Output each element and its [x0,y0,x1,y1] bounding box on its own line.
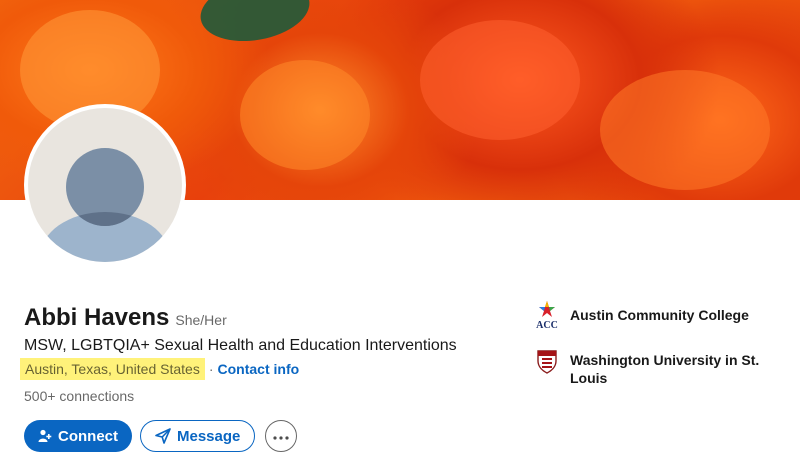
separator-dot: · [208,361,214,377]
connect-button[interactable]: Connect [24,420,132,452]
cover-segment [240,60,370,170]
education-item-washu[interactable]: Washington University in St. Louis [534,345,770,387]
contact-info-link[interactable]: Contact info [218,361,300,377]
location-row: Austin, Texas, United States · Contact i… [20,358,299,380]
cover-leaf [195,0,315,50]
profile-name: Abbi Havens [24,304,170,331]
more-icon [273,427,289,445]
avatar-placeholder [28,108,182,262]
washu-shield-logo-icon [534,345,560,375]
acc-logo-text: ACC [536,320,558,330]
profile-headline: MSW, LGBTQIA+ Sexual Health and Educatio… [24,337,457,354]
education-name: Washington University in St. Louis [570,352,760,386]
acc-star-logo-icon: ACC [534,300,560,331]
connect-label: Connect [58,427,118,445]
message-label: Message [177,427,241,445]
send-icon [155,428,171,444]
avatar-overlap [66,148,144,226]
add-person-icon [38,429,52,443]
profile-location: Austin, Texas, United States [20,358,205,380]
more-actions-button[interactable] [265,420,298,452]
cover-segment [420,20,580,140]
education-name: Austin Community College [570,307,749,323]
profile-actions: Connect Message [24,420,298,452]
message-button[interactable]: Message [140,420,256,452]
cover-segment [600,70,770,190]
connections-count[interactable]: 500+ connections [24,388,134,404]
education-item-acc[interactable]: ACC Austin Community College [534,300,770,331]
name-row: Abbi Havens She/Her [24,304,227,332]
profile-photo[interactable] [24,104,186,266]
profile-pronouns: She/Her [175,312,227,328]
